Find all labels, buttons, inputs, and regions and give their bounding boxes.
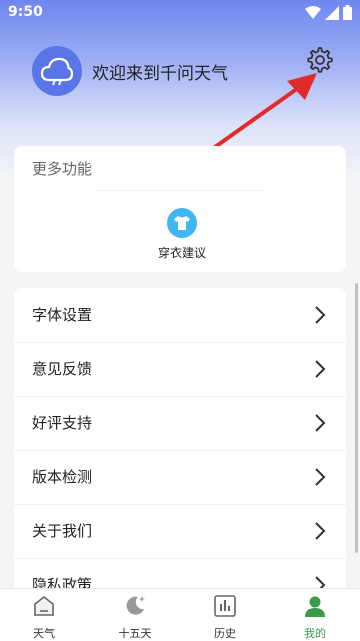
settings-list: 字体设置 意见反馈 好评支持 版本检测 关于我们 隐私政策 [14, 288, 346, 608]
cellular-signal-icon [325, 5, 339, 20]
annotation-arrow [213, 73, 317, 149]
tab-weather-label: 天气 [33, 627, 55, 640]
chevron-right-icon [315, 306, 326, 324]
list-item-about-us[interactable]: 关于我们 [14, 504, 346, 559]
clothing-advice-label: 穿衣建议 [157, 246, 206, 260]
list-item-label: 关于我们 [32, 522, 93, 540]
tab-mine[interactable]: 我的 [285, 594, 345, 641]
tab-fifteen-day-label: 十五天 [118, 627, 152, 640]
more-features-card: 更多功能 穿衣建议 [14, 146, 346, 272]
battery-icon [343, 5, 352, 20]
user-icon [305, 596, 325, 617]
more-features-title: 更多功能 [32, 160, 93, 178]
avatar[interactable] [32, 46, 82, 96]
bottom-nav: 天气 十五天 历史 我的 [0, 588, 360, 641]
wifi-icon [305, 5, 321, 19]
tab-mine-label: 我的 [304, 627, 326, 640]
chevron-right-icon [315, 360, 326, 378]
list-item-rate-support[interactable]: 好评支持 [14, 396, 346, 451]
chevron-right-icon [315, 414, 326, 432]
status-time: 9:50 [8, 4, 43, 20]
tshirt-icon [167, 208, 197, 238]
list-item-feedback[interactable]: 意见反馈 [14, 342, 346, 397]
list-item-font-settings[interactable]: 字体设置 [14, 288, 346, 343]
list-item-label: 意见反馈 [32, 360, 93, 378]
moon-icon [126, 596, 145, 615]
list-item-label: 版本检测 [32, 468, 93, 486]
divider [94, 190, 266, 191]
clothing-advice-button[interactable]: 穿衣建议 [154, 208, 210, 261]
chevron-right-icon [315, 522, 326, 540]
status-icons [305, 5, 352, 20]
scrollbar[interactable] [355, 283, 358, 553]
list-item-label: 好评支持 [32, 414, 93, 432]
tab-history[interactable]: 历史 [195, 594, 255, 641]
status-bar: 9:50 [0, 0, 360, 26]
house-icon [34, 595, 54, 616]
bar-chart-icon [214, 595, 236, 617]
tab-history-label: 历史 [214, 627, 236, 640]
tab-fifteen-day[interactable]: 十五天 [105, 594, 165, 641]
list-item-version-check[interactable]: 版本检测 [14, 450, 346, 505]
cloud-icon [40, 57, 74, 86]
chevron-right-icon [315, 468, 326, 486]
profile-header: 欢迎来到千问天气 [32, 46, 228, 96]
tab-weather[interactable]: 天气 [14, 594, 74, 641]
list-item-label: 字体设置 [32, 306, 93, 324]
